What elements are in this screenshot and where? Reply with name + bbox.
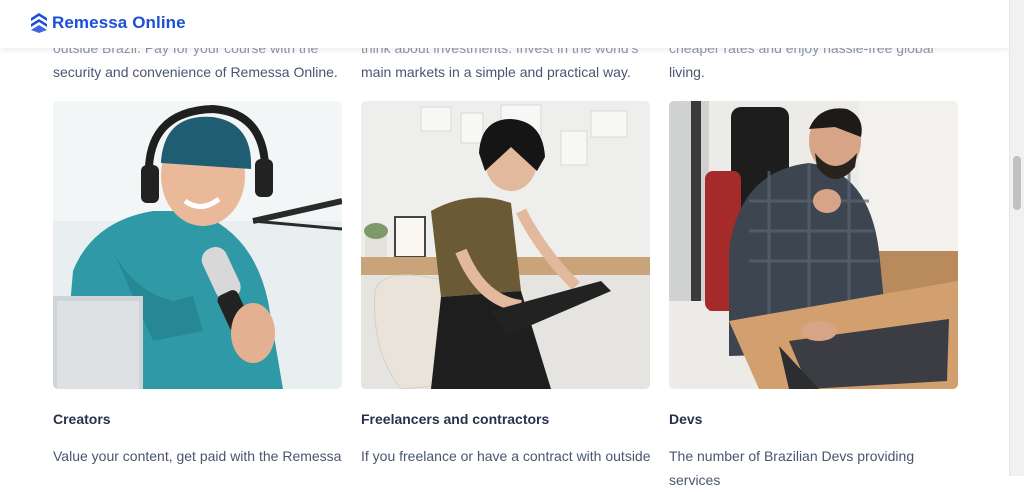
devs-image <box>669 101 958 389</box>
card-title: Creators <box>53 411 111 427</box>
card-description: Value your content, get paid with the Re… <box>53 448 342 464</box>
brand-name: Remessa Online <box>52 13 186 32</box>
remessa-logo-icon <box>31 13 47 33</box>
freelancers-image <box>361 101 650 389</box>
site-header: Remessa Online <box>0 0 1010 48</box>
scrollbar-thumb[interactable] <box>1013 156 1021 210</box>
previous-card-text-line: main markets in a simple and practical w… <box>361 64 631 80</box>
card-title: Freelancers and contractors <box>361 411 550 427</box>
card-title: Devs <box>669 411 703 427</box>
developer-laptop-photo-icon <box>669 101 958 389</box>
creators-image <box>53 101 342 389</box>
previous-card-text-line: living. <box>669 64 705 80</box>
freelancer-drawing-photo-icon <box>361 101 650 389</box>
previous-card-text-line: security and convenience of Remessa Onli… <box>53 64 338 80</box>
page-scrollbar[interactable] <box>1009 0 1024 476</box>
card-description: If you freelance or have a contract with… <box>361 448 651 464</box>
card-description: The number of Brazilian Devs providing s… <box>669 448 915 488</box>
creator-podcast-photo-icon <box>53 101 342 389</box>
brand-logo[interactable]: Remessa Online <box>31 13 186 33</box>
